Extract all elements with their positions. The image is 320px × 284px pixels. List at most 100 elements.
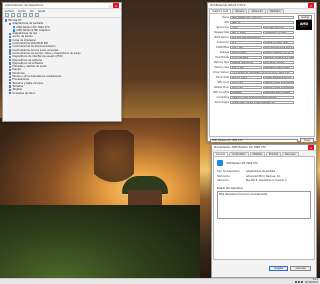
field-value-extra[interactable]: Memory 2500 MHz Boost 2615 MHz	[262, 85, 294, 90]
help-icon[interactable]	[23, 13, 27, 17]
field-label: BIOS Version	[214, 36, 229, 39]
tray-icons[interactable]	[294, 280, 303, 283]
field-label: Technology	[216, 26, 229, 29]
taskbar: 9:11 18/10/2023	[0, 278, 320, 284]
field-value-extra[interactable]: DirectX Support 12 (12_2)	[262, 50, 294, 55]
field-values: AMD Radeon RX 7900 XTX	[230, 15, 294, 20]
close-button[interactable]: ×	[113, 3, 119, 8]
field-label: Shaders	[219, 51, 229, 54]
field-value[interactable]: Nov 3, 2022	[230, 30, 262, 35]
close-button[interactable]: ×	[308, 145, 314, 150]
info-value: Adaptadores de pantalla	[246, 170, 276, 173]
info-key: Ubicación:	[217, 179, 230, 182]
gpuz-field-row: Technologies Vulkan Ray Tracing PhysX Ope…	[210, 100, 295, 105]
gpu-select[interactable]: AMD Radeon RX 7900 XTX	[210, 138, 298, 143]
dialog-buttons: Aceptar Cancelar	[269, 266, 311, 271]
device-info: Tipo de dispositivo: Adaptadores de panta…	[217, 170, 311, 182]
properties-window[interactable]: Propiedades: AMD Radeon RX 7900 XTX × Ge…	[211, 144, 317, 278]
device-manager-window[interactable]: Administrador de dispositivos – □ × Arch…	[2, 2, 122, 122]
field-value-extra[interactable]: Bus Width 384 bit	[262, 60, 294, 65]
field-label: Name	[222, 16, 229, 19]
field-value-extra[interactable]: Device ID 1002 744C	[262, 40, 294, 45]
cancel-button[interactable]: Cancelar	[290, 266, 311, 271]
field-value[interactable]: OpenCL CUDA DirectCompute DirectML	[230, 95, 294, 100]
field-value-extra[interactable]: Texture Fillrate 958.1 GTexel/s	[262, 55, 294, 60]
gpuz-close-button[interactable]: Close	[299, 138, 314, 143]
field-value[interactable]: 022.001.002.008.000001	[230, 35, 294, 40]
tree-item-label: Unidades de disco	[12, 91, 36, 95]
field-value[interactable]: Vulkan Ray Tracing PhysX OpenGL 4.6	[230, 100, 294, 105]
field-label: Subvendor	[216, 41, 229, 44]
info-value: Bus PCI 3, dispositivo 0, función 0	[246, 179, 287, 182]
field-values: 1855 MHzMemory 2500 MHz Boost 2615 MHz	[230, 85, 294, 90]
field-value[interactable]: 1855 MHz	[230, 80, 262, 85]
clock[interactable]: 9:11 18/10/2023	[305, 278, 318, 284]
device-tree[interactable]: Mmdsp-PC Adaptadores de pantalla AMD Radeo…	[3, 18, 121, 96]
field-value-extra[interactable]: Bus Interface PCIe x16 4.0 @ x16 4.0	[262, 45, 294, 50]
field-value-extra[interactable]: Die Size 304 mm²	[262, 25, 294, 30]
monitor-icon[interactable]	[35, 13, 39, 17]
network-icon[interactable]	[297, 280, 300, 283]
amd-radeon-logo: AMD RADEON	[296, 20, 312, 30]
radeon-logo-text: RADEON	[300, 26, 308, 28]
field-values: 31.0.21912.14 (Adrenalin 23.10.2) DCH / …	[230, 70, 294, 75]
device-header: AMD Radeon RX 7900 XTX	[217, 160, 311, 166]
properties-icon[interactable]	[17, 13, 21, 17]
field-label: GPU	[224, 21, 229, 24]
field-value-extra[interactable]: Resizable BAR Enabled	[262, 90, 294, 95]
field-label: GPU Clock	[217, 81, 229, 84]
field-values: Nov 3, 2022 Transistors 57700M	[230, 30, 294, 35]
info-value: Advanced Micro Devices, Inc.	[246, 174, 281, 178]
field-value[interactable]: 24576 MB	[230, 65, 262, 70]
field-value[interactable]: AMD Radeon RX 7900 XTX	[230, 15, 294, 20]
field-value-extra[interactable]: Memory 2500 MHz Boost 2615 MHz	[262, 80, 294, 85]
field-value[interactable]: Aug 25, 2023	[230, 75, 262, 80]
display-adapter-icon	[217, 160, 223, 166]
field-value[interactable]: XFX	[230, 40, 262, 45]
volume-icon[interactable]	[300, 280, 303, 283]
field-values: 5 nm Die Size 304 mm²	[230, 25, 294, 30]
close-button[interactable]: ×	[308, 3, 314, 8]
properties-title: Propiedades: AMD Radeon RX 7900 XTX	[214, 146, 266, 149]
field-value[interactable]: 6144 Unified	[230, 50, 262, 55]
forward-icon[interactable]	[11, 13, 15, 17]
field-label: Computing	[216, 96, 229, 99]
field-values: Aug 25, 2023 Digital Signature WHQL	[230, 75, 294, 80]
field-value-extra[interactable]: Digital Signature WHQL	[262, 75, 294, 80]
field-values: Disabled Resizable BAR Enabled	[230, 90, 294, 95]
properties-panel: AMD Radeon RX 7900 XTX Tipo de dispositi…	[213, 156, 315, 271]
field-label: Pixel Fillrate	[215, 56, 230, 59]
field-value[interactable]: Disabled	[230, 90, 262, 95]
field-value[interactable]: 5 nm	[230, 25, 262, 30]
field-values: 192 / 384Bus Interface PCIe x16 4.0 @ x1…	[230, 45, 294, 50]
field-label: Default Clock	[213, 86, 229, 89]
device-manager-title: Administrador de dispositivos	[5, 4, 44, 7]
field-label: Driver Date	[215, 76, 229, 79]
field-label: Memory Size	[214, 66, 229, 69]
chevron-up-icon[interactable]	[294, 280, 297, 283]
tree-item[interactable]: Unidades de disco	[5, 92, 119, 95]
status-box[interactable]: Este dispositivo funciona correctamente.	[217, 191, 311, 219]
field-value[interactable]: GDDR6 (Samsung)	[230, 60, 262, 65]
field-value-extra[interactable]: Bandwidth 960.0 GB/s	[262, 65, 294, 70]
field-value[interactable]: Navi 31	[230, 20, 294, 25]
info-row: Ubicación: Bus PCI 3, dispositivo 0, func…	[217, 179, 311, 182]
field-value-extra[interactable]: Transistors 57700M	[262, 30, 294, 35]
field-values: 479.0 GPixel/s Texture Fillrate 958.1 GTe…	[230, 55, 294, 60]
info-row: Fabricante: Advanced Micro Devices, Inc.	[217, 175, 311, 178]
back-icon[interactable]	[5, 13, 9, 17]
field-label: AMD CrossFire	[212, 91, 229, 94]
field-label: Driver Version	[213, 71, 229, 74]
field-value[interactable]: 192 / 384	[230, 45, 262, 50]
field-values: 6144 Unified DirectX Support 12 (12_2)	[230, 50, 294, 55]
ok-button[interactable]: Aceptar	[269, 266, 289, 271]
field-values: Navi 31	[230, 20, 294, 25]
wallpaper-hill	[0, 205, 200, 280]
scan-icon[interactable]	[29, 13, 33, 17]
field-label: Technologies	[214, 101, 229, 104]
field-value[interactable]: 31.0.21912.14 (Adrenalin 23.10.2) DCH / …	[230, 70, 294, 75]
field-value[interactable]: 1855 MHz	[230, 85, 262, 90]
gpuz-window[interactable]: TechPowerUp GPU-Z 2.56.0 – × Graphics Ca…	[207, 2, 317, 143]
field-value[interactable]: 479.0 GPixel/s	[230, 55, 262, 60]
status-title: Estado del dispositivo	[217, 187, 244, 190]
